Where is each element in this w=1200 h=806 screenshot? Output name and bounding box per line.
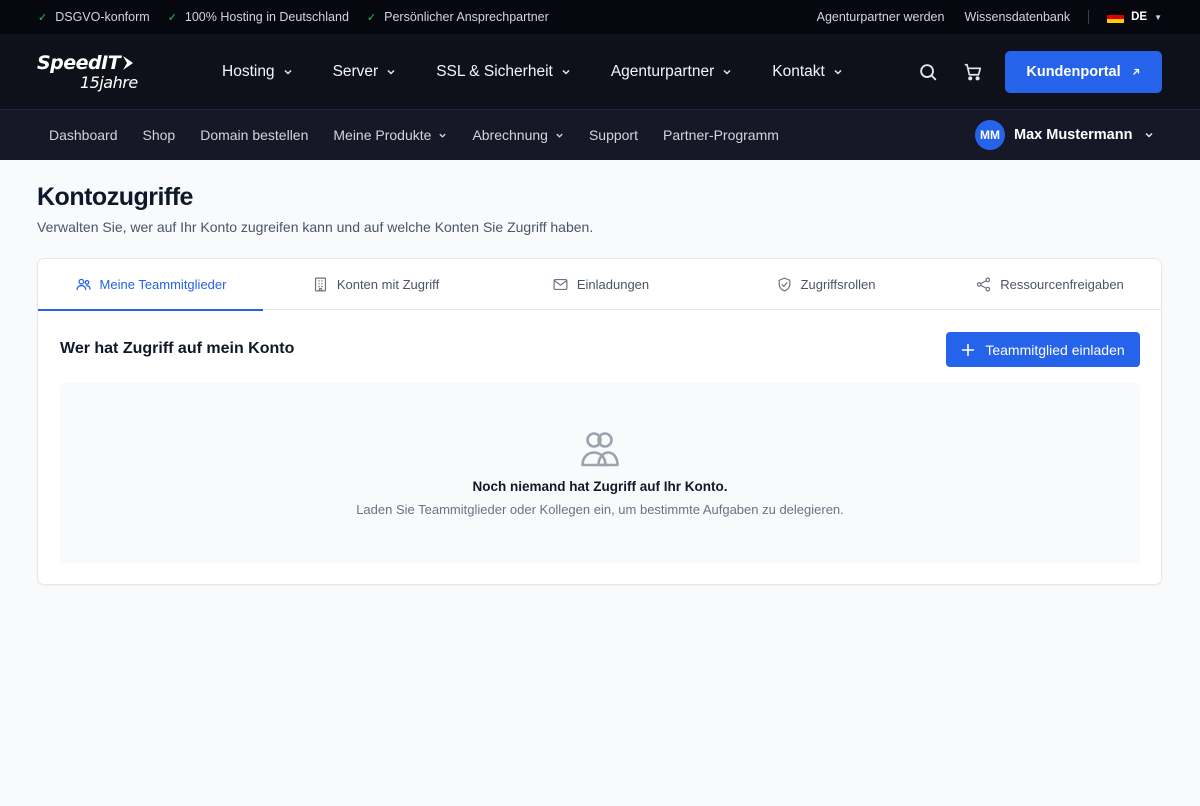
trust-item-label: 100% Hosting in Deutschland	[184, 10, 349, 24]
page-title: Kontozugriffe	[37, 183, 193, 211]
tab-my-team-members[interactable]: Meine Teammitglieder	[38, 259, 263, 311]
nav-item-label: Server	[332, 63, 379, 80]
access-card: Meine Teammitglieder Konten mit Zugriff …	[37, 258, 1162, 585]
main-navigation: SpeedIT 15jahre Hosting Server SSL & Sic…	[0, 34, 1200, 110]
subnav-item-support[interactable]: Support	[589, 127, 638, 143]
trust-item-label: Persönlicher Ansprechpartner	[384, 10, 549, 24]
empty-state: Noch niemand hat Zugriff auf Ihr Konto. …	[60, 383, 1140, 563]
agency-partner-link[interactable]: Agenturpartner werden	[817, 10, 945, 24]
invite-button-label: Teammitglied einladen	[985, 341, 1125, 358]
trust-item: ✓ 100% Hosting in Deutschland	[168, 10, 349, 24]
logo-chevron-icon	[123, 56, 134, 70]
knowledge-base-link[interactable]: Wissensdatenbank	[964, 10, 1070, 24]
subnav-item-label: Abrechnung	[472, 127, 548, 143]
language-selector[interactable]: DE ▼	[1107, 11, 1162, 23]
nav-icons	[917, 34, 1007, 110]
chevron-down-icon	[562, 69, 570, 75]
nav-item-hosting[interactable]: Hosting	[222, 63, 293, 81]
chevron-down-icon	[284, 69, 292, 75]
building-icon	[314, 277, 326, 292]
check-icon: ✓	[167, 11, 177, 24]
plus-icon	[962, 343, 975, 356]
divider	[1088, 10, 1090, 24]
subnav-item-order-domain[interactable]: Domain bestellen	[200, 127, 308, 143]
nav-item-agency-partner[interactable]: Agenturpartner	[611, 63, 732, 81]
trust-item-label: DSGVO-konform	[55, 10, 150, 24]
page-subtitle: Verwalten Sie, wer auf Ihr Konto zugreif…	[37, 219, 594, 235]
subnav-item-billing[interactable]: Abrechnung	[472, 127, 564, 143]
chevron-down-icon	[556, 133, 563, 138]
check-icon: ✓	[366, 11, 377, 24]
users-icon	[76, 278, 91, 291]
tab-label: Zugriffsrollen	[800, 277, 876, 292]
empty-state-title: Noch niemand hat Zugriff auf Ihr Konto.	[472, 479, 728, 494]
empty-state-text: Laden Sie Teammitglieder oder Kollegen e…	[356, 502, 844, 517]
tab-access-roles[interactable]: Zugriffsrollen	[713, 259, 938, 310]
mail-icon	[553, 278, 568, 291]
chevron-down-icon	[387, 69, 395, 75]
germany-flag-icon	[1107, 11, 1125, 23]
check-icon: ✓	[38, 11, 48, 24]
nav-item-server[interactable]: Server	[333, 63, 397, 81]
caret-down-icon: ▼	[1154, 12, 1162, 22]
invite-team-member-button[interactable]: Teammitglied einladen	[946, 332, 1140, 367]
tab-bar: Meine Teammitglieder Konten mit Zugriff …	[38, 259, 1161, 311]
chevron-down-icon	[723, 69, 731, 75]
user-name: Max Mustermann	[1014, 127, 1133, 143]
section-title: Wer hat Zugriff auf mein Konto	[60, 340, 295, 357]
trust-item: ✓ Persönlicher Ansprechpartner	[367, 10, 549, 24]
logo-wordmark: SpeedIT	[37, 52, 135, 74]
tab-accounts-with-access[interactable]: Konten mit Zugriff	[263, 259, 488, 310]
tab-label: Konten mit Zugriff	[336, 277, 440, 292]
language-label: DE	[1131, 11, 1148, 23]
tab-label: Einladungen	[576, 277, 650, 292]
user-menu[interactable]: MM Max Mustermann	[975, 120, 1154, 150]
users-icon	[581, 432, 619, 467]
chevron-down-icon	[1145, 132, 1153, 138]
logo[interactable]: SpeedIT 15jahre	[37, 52, 147, 92]
trust-badges: ✓ DSGVO-konform ✓ 100% Hosting in Deutsc…	[38, 0, 567, 34]
top-links: Agenturpartner werden Wissensdatenbank D…	[797, 0, 1162, 34]
external-link-icon	[1132, 68, 1139, 75]
tab-invitations[interactable]: Einladungen	[488, 259, 713, 310]
avatar: MM	[975, 120, 1005, 150]
cart-icon[interactable]	[962, 61, 984, 83]
nav-item-label: Kontakt	[772, 63, 825, 80]
chevron-down-icon	[439, 133, 447, 138]
subnav-item-shop[interactable]: Shop	[143, 127, 176, 143]
subnav-item-label: Meine Produkte	[333, 127, 432, 143]
sub-menu: Dashboard Shop Domain bestellen Meine Pr…	[49, 110, 804, 160]
tab-resource-shares[interactable]: Ressourcenfreigaben	[938, 259, 1161, 310]
shield-check-icon	[778, 277, 790, 292]
subnav-item-my-products[interactable]: Meine Produkte	[333, 127, 447, 143]
trust-item: ✓ DSGVO-konform	[38, 10, 150, 24]
customer-portal-label: Kundenportal	[1026, 64, 1121, 80]
nav-item-ssl-security[interactable]: SSL & Sicherheit	[436, 63, 571, 81]
subnav-item-dashboard[interactable]: Dashboard	[49, 127, 118, 143]
logo-name: SpeedIT	[37, 52, 121, 74]
tab-label: Meine Teammitglieder	[99, 277, 227, 292]
subnav-item-partner-program[interactable]: Partner-Programm	[663, 127, 779, 143]
search-icon[interactable]	[917, 61, 939, 83]
sub-navigation: Dashboard Shop Domain bestellen Meine Pr…	[0, 110, 1200, 160]
flag-stripe	[1107, 18, 1125, 23]
nav-item-label: Hosting	[222, 63, 275, 80]
customer-portal-button[interactable]: Kundenportal	[1005, 51, 1162, 93]
chevron-down-icon	[834, 69, 842, 75]
nav-item-label: Agenturpartner	[610, 63, 715, 80]
tab-label: Ressourcenfreigaben	[1000, 277, 1124, 292]
top-info-bar: ✓ DSGVO-konform ✓ 100% Hosting in Deutsc…	[0, 0, 1200, 34]
logo-tagline: 15jahre	[80, 73, 138, 92]
nav-item-contact[interactable]: Kontakt	[772, 63, 843, 81]
main-menu: Hosting Server SSL & Sicherheit Agenturp…	[222, 34, 883, 110]
nav-item-label: SSL & Sicherheit	[436, 63, 553, 80]
share-icon	[977, 277, 991, 292]
